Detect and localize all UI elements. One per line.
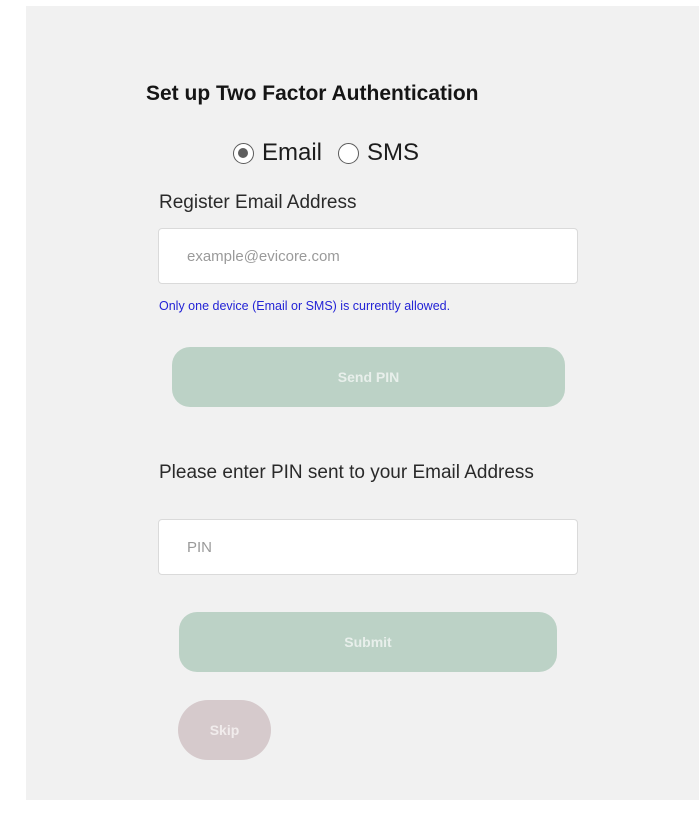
auth-method-radio-group: Email SMS bbox=[233, 136, 435, 170]
email-field[interactable] bbox=[158, 228, 578, 284]
pin-field[interactable] bbox=[158, 519, 578, 575]
sms-radio[interactable] bbox=[338, 142, 360, 164]
email-radio[interactable] bbox=[233, 142, 254, 164]
page-title: Set up Two Factor Authentication bbox=[146, 82, 479, 105]
email-field-label: Register Email Address bbox=[159, 192, 357, 213]
sms-radio-label[interactable]: SMS bbox=[367, 139, 419, 167]
device-limit-note: Only one device (Email or SMS) is curren… bbox=[159, 299, 451, 313]
submit-button[interactable]: Submit bbox=[179, 612, 557, 672]
email-radio-label[interactable]: Email bbox=[262, 139, 322, 167]
skip-button[interactable]: Skip bbox=[178, 700, 271, 760]
pin-field-label: Please enter PIN sent to your Email Addr… bbox=[159, 462, 534, 483]
send-pin-button[interactable]: Send PIN bbox=[172, 347, 565, 407]
